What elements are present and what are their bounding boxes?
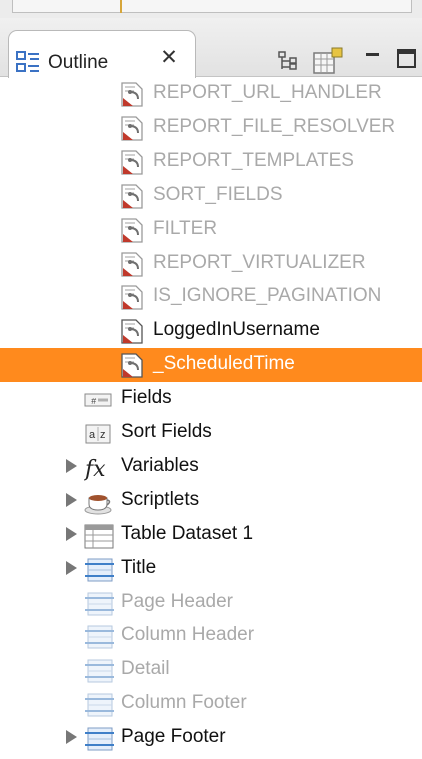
collapse-all-icon[interactable]: [278, 51, 298, 71]
expand-arrow-icon[interactable]: [66, 458, 77, 473]
tree-item-label: REPORT_FILE_RESOLVER: [153, 115, 396, 137]
tree-item-label: REPORT_TEMPLATES: [153, 149, 354, 171]
outline-node-item[interactable]: Detail: [0, 653, 422, 687]
parameter-icon: [118, 217, 146, 244]
view-tab-bar: Outline ✕: [0, 18, 422, 78]
tree-item-label: IS_IGNORE_PAGINATION: [153, 285, 382, 307]
close-tab-icon[interactable]: ✕: [158, 47, 180, 69]
parameter-item[interactable]: REPORT_VIRTUALIZER: [0, 247, 422, 281]
tree-item-label: Table Dataset 1: [121, 522, 254, 544]
tree-item-label: Scriptlets: [121, 488, 200, 510]
tree-item-label: Sort Fields: [121, 421, 212, 442]
parameter-icon: [118, 116, 146, 142]
tree-item-label: Variables: [121, 454, 199, 476]
parameter-icon: [118, 82, 146, 108]
maximize-view-icon[interactable]: [396, 48, 418, 70]
band-icon: [84, 591, 114, 617]
outline-node-item[interactable]: a z Sort Fields: [0, 416, 422, 450]
show-grid-icon[interactable]: [312, 47, 348, 75]
parameter-icon: [118, 353, 146, 379]
fx-icon: fx: [83, 455, 112, 482]
parameter-item[interactable]: _ScheduledTime: [0, 348, 422, 383]
outline-node-item[interactable]: Title: [0, 552, 422, 586]
outline-tree: REPORT_URL_HANDLER REPORT_FILE_RESOLVER …: [0, 77, 422, 759]
tree-item-label: FILTER: [153, 217, 218, 239]
band-icon: [84, 557, 114, 583]
upper-panel-frame: [12, 0, 412, 13]
band-icon: [84, 692, 114, 718]
parameter-item[interactable]: FILTER: [0, 213, 422, 247]
parameter-item[interactable]: REPORT_URL_HANDLER: [0, 77, 422, 111]
tree-item-label: Fields: [121, 387, 172, 409]
band-icon: [84, 726, 114, 752]
svg-text:z: z: [100, 429, 106, 441]
tree-item-label: Detail: [121, 658, 170, 680]
parameter-item[interactable]: LoggedInUsername: [0, 314, 422, 348]
expand-arrow-icon[interactable]: [66, 560, 77, 575]
tree-item-label: Column Header: [121, 624, 255, 646]
band-icon: [84, 624, 114, 650]
parameter-icon: [118, 150, 146, 176]
parameter-item[interactable]: SORT_FIELDS: [0, 179, 422, 213]
outline-node-item[interactable]: fx Variables: [0, 450, 422, 484]
svg-text:#: #: [91, 397, 97, 407]
tree-item-label: SORT_FIELDS: [153, 183, 283, 205]
parameter-icon: [118, 184, 146, 210]
parameter-item[interactable]: REPORT_FILE_RESOLVER: [0, 111, 422, 145]
svg-text:a: a: [89, 429, 96, 441]
outline-view-icon: [16, 51, 39, 72]
tree-item-label: Title: [121, 556, 157, 578]
outline-node-item[interactable]: # Fields: [0, 382, 422, 416]
tree-item-label: LoggedInUsername: [153, 319, 320, 341]
band-icon: [84, 658, 114, 684]
parameter-icon: [118, 251, 146, 278]
outline-node-item[interactable]: Column Header: [0, 619, 422, 653]
minimize-view-icon[interactable]: [364, 48, 382, 62]
tree-item-label: _ScheduledTime: [153, 353, 295, 375]
expand-arrow-icon[interactable]: [66, 526, 77, 541]
outline-tab-label: Outline: [48, 52, 109, 73]
upper-panel-marker: [120, 0, 122, 13]
tree-item-label: REPORT_VIRTUALIZER: [153, 251, 366, 273]
parameter-item[interactable]: REPORT_TEMPLATES: [0, 145, 422, 179]
outline-node-item[interactable]: Scriptlets: [0, 484, 422, 518]
parameter-icon: [118, 319, 146, 345]
expand-arrow-icon[interactable]: [66, 730, 77, 745]
expand-arrow-icon[interactable]: [66, 492, 77, 507]
parameter-icon: [118, 285, 146, 311]
outline-node-item[interactable]: Table Dataset 1: [0, 518, 422, 552]
tree-item-label: REPORT_URL_HANDLER: [153, 82, 382, 103]
sort-fields-icon: a z: [84, 421, 112, 447]
tree-item-label: Page Header: [121, 590, 233, 612]
fields-icon: #: [84, 387, 112, 413]
outline-node-item[interactable]: Column Footer: [0, 687, 422, 721]
upper-panel-edge: [0, 0, 422, 19]
table-icon: [84, 523, 114, 549]
outline-node-item[interactable]: Page Header: [0, 586, 422, 620]
tree-item-label: Page Footer: [121, 726, 226, 748]
outline-node-item[interactable]: Page Footer: [0, 721, 422, 755]
tree-item-label: Column Footer: [121, 692, 247, 714]
parameter-item[interactable]: IS_IGNORE_PAGINATION: [0, 280, 422, 314]
coffee-cup-icon: [84, 489, 112, 515]
svg-text:fx: fx: [84, 457, 106, 481]
